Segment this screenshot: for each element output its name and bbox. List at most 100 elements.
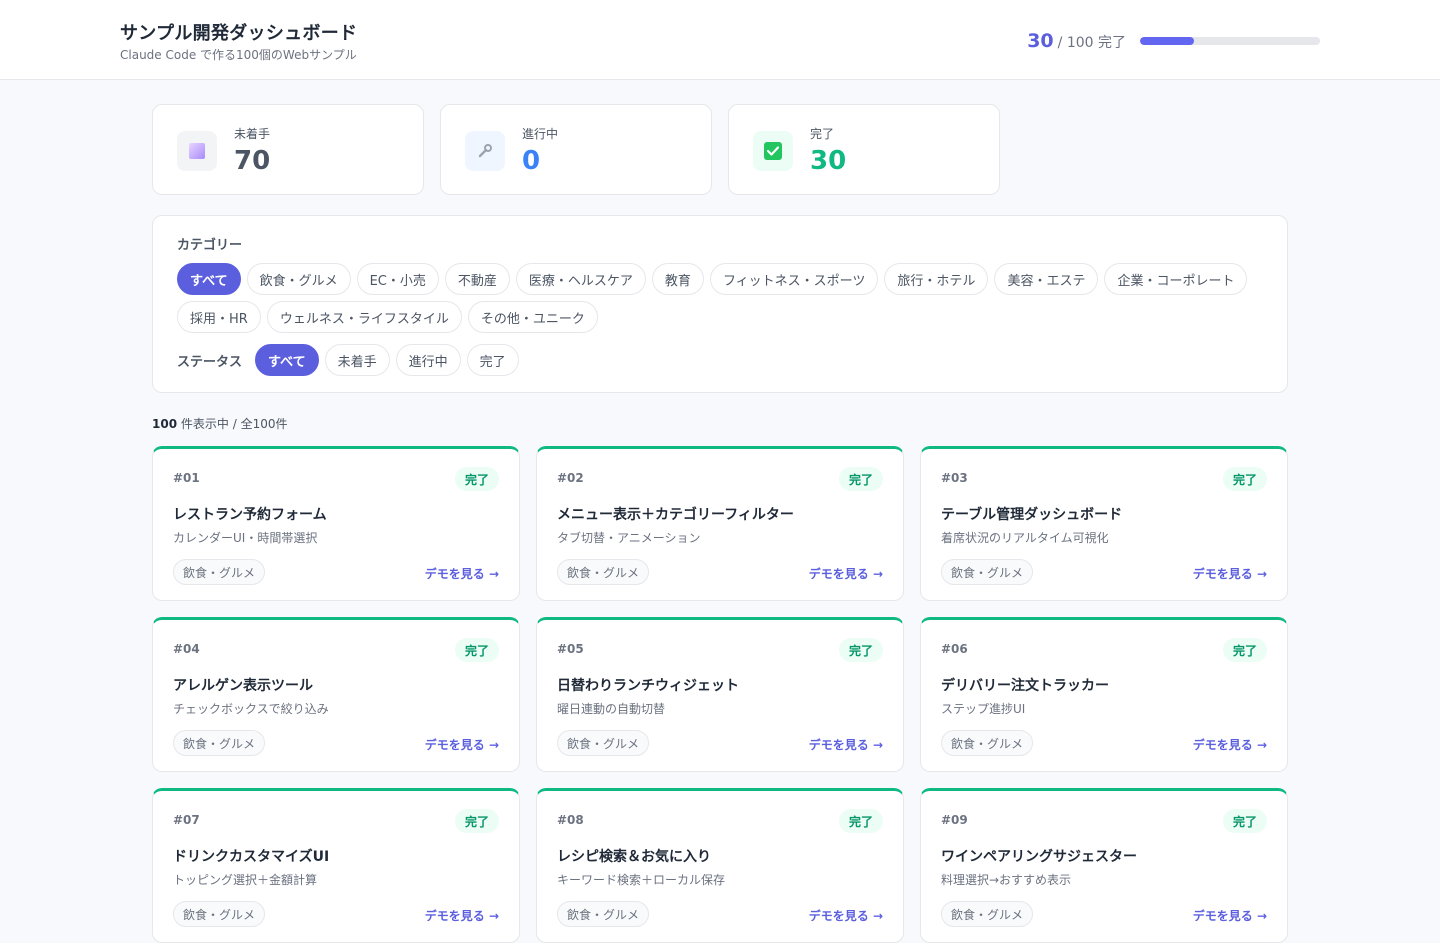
category-tag: 飲食・グルメ	[557, 901, 650, 927]
category-chip[interactable]: 医療・ヘルスケア	[515, 263, 646, 295]
sample-card[interactable]: #06 完了デリバリー注文トラッカー ステップ進捗UI 飲食・グルメ デモを見る →	[920, 617, 1288, 772]
overall-progress: 30/ 100 完了	[1027, 30, 1320, 52]
status-chip[interactable]: 完了	[466, 344, 519, 376]
card-number: #01	[173, 471, 200, 485]
demo-link[interactable]: デモを見る →	[425, 907, 499, 924]
category-tag: 飲食・グルメ	[557, 730, 650, 756]
card-description: カレンダーUI・時間帯選択	[173, 531, 318, 545]
page-subtitle: Claude Code で作る100個のWebサンプル	[120, 48, 357, 62]
status-badge: 完了	[1222, 809, 1267, 833]
card-title: デリバリー注文トラッカー	[941, 678, 1109, 694]
check-box-icon	[753, 131, 793, 171]
status-badge: 完了	[838, 467, 883, 491]
category-chip[interactable]: 企業・コーポレート	[1104, 263, 1248, 295]
sample-card[interactable]: #09 完了 ワインペアリングサジェスター 料理選択→おすすめ表示 飲食・グルメ デモを見…	[920, 788, 1288, 943]
status-filter-label: ステータス	[177, 354, 243, 370]
demo-link[interactable]: デモを見る →	[1193, 907, 1267, 924]
category-chip[interactable]: 旅行・ホテル	[884, 263, 989, 295]
card-description: 着席状況のリアルタイム可視化	[941, 531, 1109, 545]
category-chip[interactable]: EC・小売	[356, 263, 439, 295]
category-tag: 飲食・グルメ	[941, 901, 1034, 927]
progress-label: 30/ 100 完了	[1027, 30, 1126, 52]
card-description: キーワード検索＋ローカル保存	[557, 873, 726, 887]
demo-link[interactable]: デモを見る →	[425, 565, 499, 582]
category-chip[interactable]: フィットネス・スポーツ	[709, 263, 879, 295]
category-tag: 飲食・グルメ	[173, 730, 266, 756]
category-chip[interactable]: 美容・エステ	[994, 263, 1099, 295]
demo-link[interactable]: デモを見る →	[1193, 736, 1267, 753]
category-chip[interactable]: 採用・HR	[177, 301, 261, 333]
category-tag: 飲食・グルメ	[173, 901, 266, 927]
status-filter-row: ステータス すべて 未着手 進行中 完了	[177, 344, 519, 376]
progress-bar	[1140, 37, 1320, 45]
card-description: チェックボックスで絞り込み	[173, 702, 329, 716]
card-number: #08	[557, 813, 584, 827]
sample-card[interactable]: #01 完了 レストラン予約フォーム カレンダーUI・時間帯選択 飲食・グルメ デモを見る…	[152, 446, 520, 601]
sample-card[interactable]: #02 完了メニュー表示＋カテゴリーフィルター タブ切替・アニメーション飲食・グルメ…	[536, 446, 904, 601]
stat-card: 完了 30	[728, 104, 1000, 195]
card-title: ワインペアリングサジェスター	[941, 849, 1137, 865]
card-title: レストラン予約フォーム	[173, 507, 327, 523]
wrench-icon	[465, 131, 505, 171]
demo-link[interactable]: デモを見る →	[1193, 565, 1267, 582]
card-title: アレルゲン表示ツール	[173, 678, 313, 694]
card-number: #05	[557, 642, 584, 656]
category-chip[interactable]: 不動産	[444, 263, 510, 295]
app-header: サンプル開発ダッシュボード Claude Code で作る100個のWebサンプ…	[0, 0, 1440, 80]
stat-label: 未着手	[234, 127, 271, 141]
status-chip[interactable]: 進行中	[395, 344, 461, 376]
card-description: ステップ進捗UI	[941, 702, 1026, 716]
status-chip[interactable]: 未着手	[324, 344, 390, 376]
card-description: 曜日連動の自動切替	[557, 702, 666, 716]
card-number: #06	[941, 642, 968, 656]
status-badge: 完了	[454, 809, 499, 833]
stat-value: 30	[810, 146, 847, 176]
status-chip[interactable]: すべて	[255, 344, 319, 376]
progress-done-count: 30	[1027, 30, 1054, 52]
sample-card-grid: #01 完了 レストラン予約フォーム カレンダーUI・時間帯選択 飲食・グルメ デモを見る…	[152, 446, 1288, 943]
category-chip[interactable]: その他・ユニーク	[467, 301, 598, 333]
card-number: #03	[941, 471, 968, 485]
square-icon	[177, 131, 217, 171]
sample-card[interactable]: #03 完了 テーブル管理ダッシュボード 着席状況のリアルタイム可視化 飲食・グルメ デモ…	[920, 446, 1288, 601]
category-tag: 飲食・グルメ	[941, 559, 1034, 585]
sample-card[interactable]: #07 完了 ドリンクカスタマイズUI トッピング選択＋金額計算 飲食・グルメ デモを見る…	[152, 788, 520, 943]
card-title: 日替わりランチウィジェット	[557, 678, 739, 694]
demo-link[interactable]: デモを見る →	[425, 736, 499, 753]
stat-label: 進行中	[522, 127, 559, 141]
card-title: ドリンクカスタマイズUI	[173, 849, 330, 865]
category-tag: 飲食・グルメ	[173, 559, 266, 585]
card-description: タブ切替・アニメーション	[557, 531, 701, 545]
sample-card[interactable]: #05 完了日替わりランチウィジェット 曜日連動の自動切替飲食・グルメ デモを見る →	[536, 617, 904, 772]
stat-card: 進行中 0	[440, 104, 712, 195]
card-title: メニュー表示＋カテゴリーフィルター	[557, 507, 794, 523]
sample-card[interactable]: #08 完了 レシピ検索＆お気に入り キーワード検索＋ローカル保存 飲食・グルメ デモを見…	[536, 788, 904, 943]
status-badge: 完了	[1222, 638, 1267, 662]
category-tag: 飲食・グルメ	[941, 730, 1034, 756]
demo-link[interactable]: デモを見る →	[809, 736, 883, 753]
category-chip[interactable]: すべて	[177, 263, 241, 295]
progress-bar-fill	[1140, 37, 1194, 45]
status-badge: 完了	[454, 638, 499, 662]
result-count-text: 件表示中 / 全100件	[180, 417, 288, 431]
category-chips: すべて 飲食・グルメ EC・小売 不動産 医療・ヘルスケア 教育 フィットネス・スポーツ 旅行…	[177, 263, 1267, 333]
status-badge: 完了	[838, 638, 883, 662]
card-description: 料理選択→おすすめ表示	[941, 873, 1072, 887]
card-number: #02	[557, 471, 584, 485]
status-badge: 完了	[1222, 467, 1267, 491]
demo-link[interactable]: デモを見る →	[809, 907, 883, 924]
category-tag: 飲食・グルメ	[557, 559, 650, 585]
progress-total-text: / 100 完了	[1057, 35, 1126, 51]
card-number: #07	[173, 813, 200, 827]
category-chip[interactable]: ウェルネス・ライフスタイル	[266, 301, 462, 333]
category-chip[interactable]: 教育	[651, 263, 704, 295]
result-count-number: 100	[152, 417, 178, 431]
demo-link[interactable]: デモを見る →	[809, 565, 883, 582]
status-badge: 完了	[838, 809, 883, 833]
stat-card: 未着手 70	[152, 104, 424, 195]
sample-card[interactable]: #04 完了アレルゲン表示ツールチェックボックスで絞り込み飲食・グルメ デモを見る …	[152, 617, 520, 772]
category-filter-label: カテゴリー	[177, 238, 243, 253]
card-number: #04	[173, 642, 200, 656]
stat-value: 70	[234, 146, 271, 176]
category-chip[interactable]: 飲食・グルメ	[246, 263, 351, 295]
